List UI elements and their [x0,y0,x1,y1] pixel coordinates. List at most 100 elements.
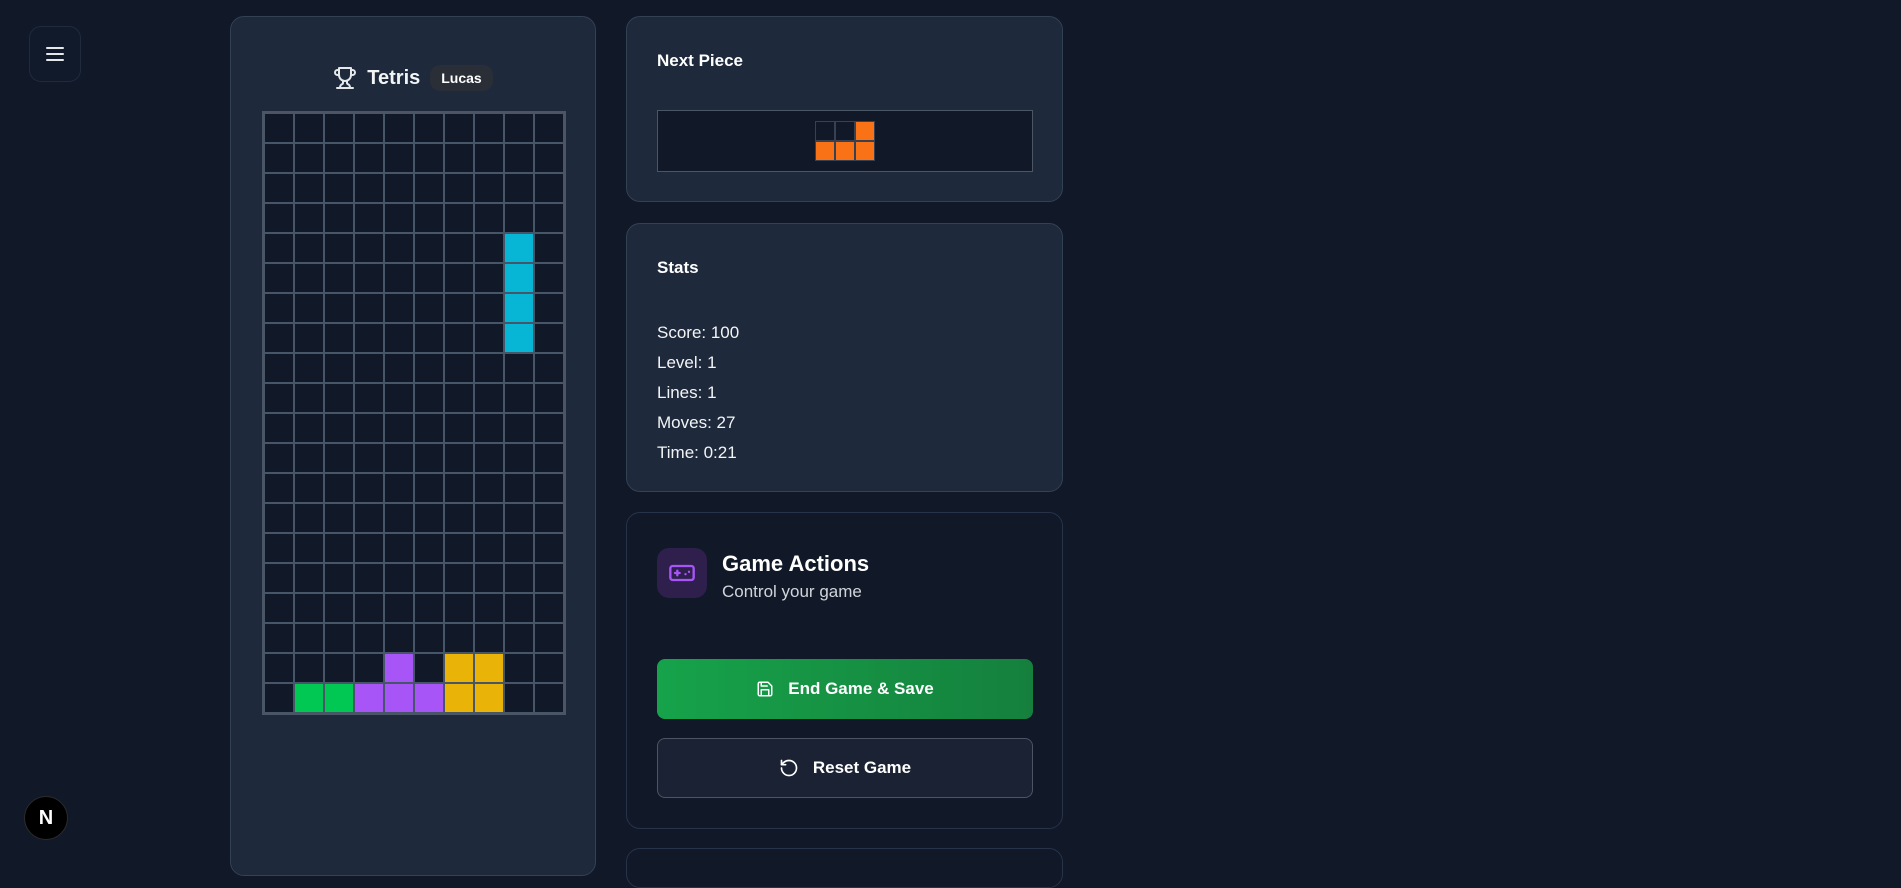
board-cell [444,443,474,473]
trophy-icon [334,67,357,89]
reset-game-button[interactable]: Reset Game [657,738,1033,798]
board-cell [534,143,564,173]
board-cell [474,203,504,233]
board-cell [384,443,414,473]
board-cell [444,263,474,293]
board-cell [384,293,414,323]
board-cell [384,623,414,653]
board-cell [444,233,474,263]
nextjs-badge-label: N [38,806,54,829]
board-cell [414,593,444,623]
stat-score: Score: 100 [657,323,740,342]
board-cell [474,383,504,413]
board-cell [264,563,294,593]
board-cell [384,503,414,533]
reset-game-label: Reset Game [812,758,912,777]
board-cell [414,113,444,143]
board-cell [354,533,384,563]
board-cell [534,443,564,473]
board-cell [264,173,294,203]
nextjs-badge[interactable]: N [24,796,68,840]
board-cell [324,443,354,473]
board-cell [474,533,504,563]
board-cell [324,353,354,383]
board-cell [294,413,324,443]
board-cell [504,623,534,653]
board-cell [354,623,384,653]
board-cell [414,533,444,563]
board-cell [474,503,504,533]
board-cell [354,413,384,443]
next-piece-block [815,141,835,161]
board-cell [534,473,564,503]
board-cell [294,383,324,413]
board-cell [474,623,504,653]
board-cell [504,383,534,413]
board-cell [354,653,384,683]
tetris-board[interactable] [262,111,566,715]
board-cell [534,413,564,443]
board-cell [384,143,414,173]
menu-button[interactable] [29,26,81,82]
board-cell [264,623,294,653]
board-cell [534,293,564,323]
board-cell [474,413,504,443]
board-cell [474,473,504,503]
board-cell [474,143,504,173]
board-cell [384,413,414,443]
board-block [324,683,354,713]
board-cell [354,173,384,203]
board-cell [354,293,384,323]
stat-lines: Lines: 1 [657,383,717,402]
board-cell [414,383,444,413]
board-cell [324,413,354,443]
board-cell [324,503,354,533]
board-cell [324,383,354,413]
board-cell [504,143,534,173]
board-cell [444,563,474,593]
board-cell [264,653,294,683]
board-cell [474,593,504,623]
board-cell [354,203,384,233]
end-game-save-button[interactable]: End Game & Save [657,659,1033,719]
board-cell [264,263,294,293]
bottom-card [626,848,1063,888]
board-cell [354,473,384,503]
board-cell [384,203,414,233]
board-cell [294,623,324,653]
next-piece-block [855,121,875,141]
board-cell [504,113,534,143]
end-game-save-label: End Game & Save [788,679,934,698]
board-cell [444,203,474,233]
board-cell [414,203,444,233]
board-cell [384,263,414,293]
board-cell [534,173,564,203]
board-cell [414,293,444,323]
board-cell [384,533,414,563]
next-piece-empty-cell [815,121,835,141]
board-cell [294,443,324,473]
next-piece-block [855,141,875,161]
board-cell [324,623,354,653]
board-cell [384,383,414,413]
board-cell [354,233,384,263]
game-title: Tetris [367,66,421,89]
board-cell [324,593,354,623]
board-cell [264,413,294,443]
board-cell [354,263,384,293]
board-cell [534,683,564,713]
board-cell [534,503,564,533]
game-actions-card: Game Actions Control your game End Game … [626,512,1063,829]
board-cell [324,653,354,683]
stat-time: Time: 0:21 [657,443,737,462]
game-actions-subtitle: Control your game [722,582,862,601]
board-cell [534,653,564,683]
stats-card: Stats Score: 100 Level: 1 Lines: 1 Moves… [626,223,1063,492]
board-cell [354,323,384,353]
board-block [474,653,504,683]
board-cell [444,533,474,563]
reset-icon [780,759,798,777]
board-cell [504,443,534,473]
board-cell [534,233,564,263]
board-cell [504,353,534,383]
